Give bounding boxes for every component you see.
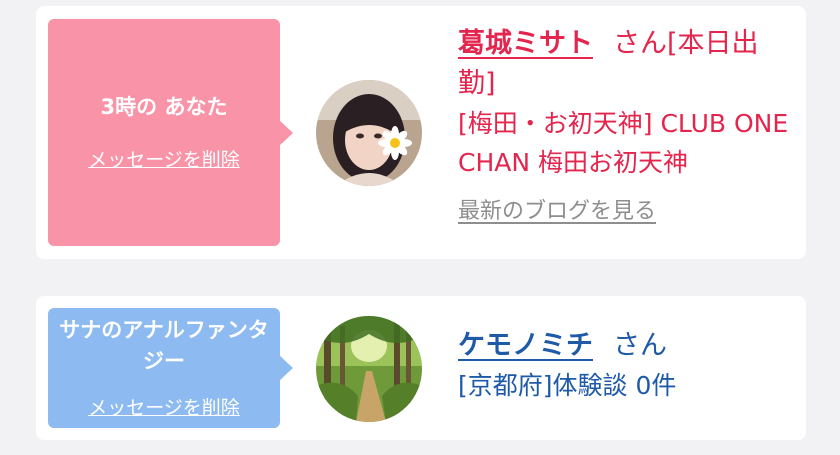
profile-name-link[interactable]: ケモノミチ [458,330,593,361]
honorific: さん [613,330,667,361]
avatar[interactable] [316,80,422,186]
message-card: 3時の あなた メッセージを削除 葛城ミサト さん[本日出勤] [梅田・お初天神… [36,6,806,259]
message-title: サナのアナルファンタジー [59,318,269,373]
shop-detail: [梅田・お初天神] CLUB ONE CHAN 梅田お初天神 [458,109,789,177]
message-bubble: サナのアナルファンタジー メッセージを削除 [48,308,293,428]
message-title: 3時の あなた [100,95,228,119]
avatar[interactable] [316,316,422,422]
review-detail: [京都府]体験談 0件 [458,371,677,400]
honorific: さん [613,28,667,59]
forest-path-icon [316,316,422,422]
message-card: サナのアナルファンタジー メッセージを削除 ケモノミチ さん [京都府]体験談 0… [36,296,806,440]
delete-message-link[interactable]: メッセージを削除 [88,147,240,173]
delete-message-link[interactable]: メッセージを削除 [88,395,240,421]
latest-blog-link[interactable]: 最新のブログを見る [458,196,793,228]
profile-info: ケモノミチ さん [京都府]体験談 0件 [458,326,793,405]
profile-info: 葛城ミサト さん[本日出勤] [梅田・お初天神] CLUB ONE CHAN 梅田… [458,24,793,228]
profile-photo-icon [316,80,422,186]
message-bubble: 3時の あなた メッセージを削除 [48,19,293,246]
profile-name-link[interactable]: 葛城ミサト [458,28,593,59]
